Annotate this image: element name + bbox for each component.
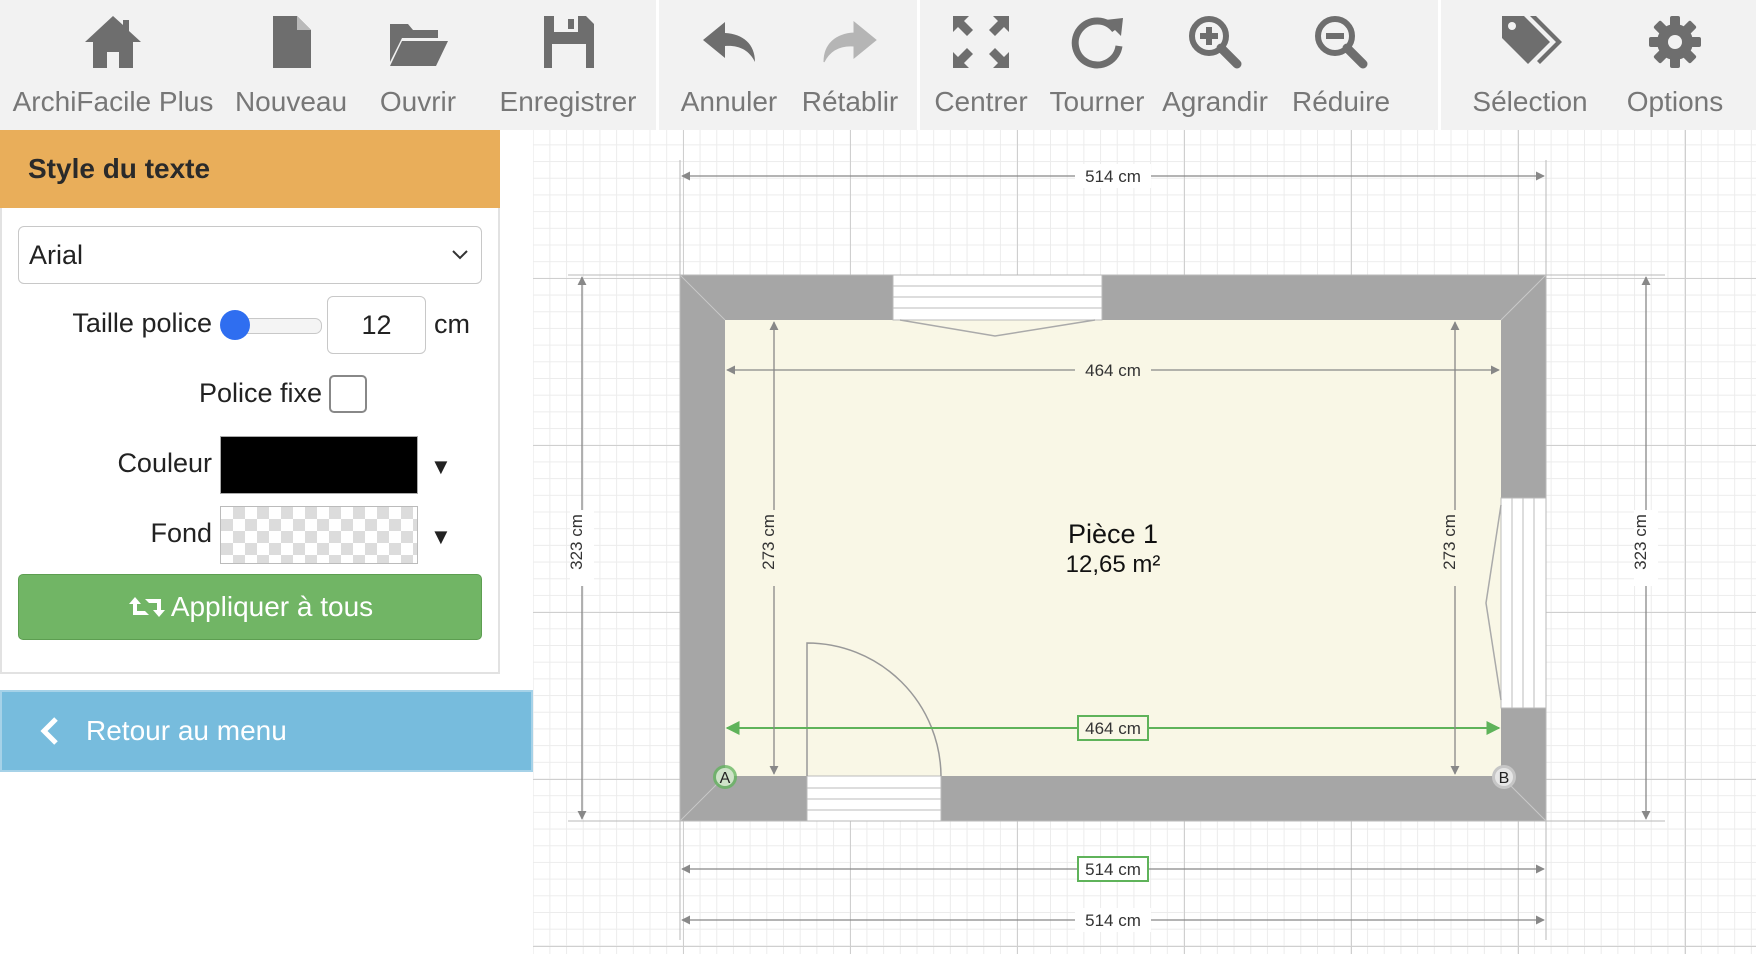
text-color-dropdown-arrow[interactable]: ▼ [430,454,452,480]
corner-point-a-label: A [720,770,731,787]
rotate-button[interactable]: Tourner [1042,0,1152,130]
open-folder-icon [390,24,448,66]
toolbar-group-file: ArchiFacile Plus Nouveau Ouvrir Enregist… [0,0,656,130]
save-button[interactable]: Enregistrer [480,0,656,130]
undo-button[interactable]: Annuler [659,0,799,130]
corner-point-b[interactable]: B [1492,765,1516,789]
chevron-left-icon [40,717,58,745]
room-area: 12,65 m² [1066,551,1161,578]
dimension-bottom-outer-1-label: 514 cm [1085,860,1141,879]
fixed-font-label: Police fixe [198,378,322,408]
color-label: Couleur [117,448,212,478]
font-family-select[interactable]: Arial [18,226,482,284]
zoom-out-icon [1315,16,1368,69]
zoom-out-label: Réduire [1291,86,1391,117]
archifacile-plus-label: ArchiFacile Plus [12,86,214,117]
rotate-icon [1071,17,1123,69]
toolbar-group-view: Centrer Tourner Agrandir Réduire [920,0,1404,130]
home-icon [85,16,141,68]
dimension-top-outer[interactable]: 514 cm [681,164,1545,188]
zoom-in-button[interactable]: Agrandir [1152,0,1278,130]
rotate-label: Tourner [1049,86,1145,117]
back-to-menu-button[interactable]: Retour au menu [0,690,533,772]
room-name[interactable]: Pièce 1 [1068,519,1158,549]
dimension-right-outer[interactable]: 323 cm [1631,276,1658,820]
background-label: Fond [150,518,212,548]
gear-icon [1649,16,1701,68]
new-file-icon [273,16,311,68]
new-label: Nouveau [234,86,348,117]
apply-to-all-label: Appliquer à tous [170,591,374,622]
save-label: Enregistrer [499,86,637,117]
chevron-down-icon [452,250,468,260]
panel-title: Style du texte [0,130,500,208]
dimension-left-inner-label: 273 cm [759,514,778,570]
undo-label: Annuler [680,86,778,117]
font-size-slider-thumb[interactable] [220,310,250,340]
font-size-unit: cm [434,309,470,339]
new-button[interactable]: Nouveau [226,0,356,130]
corner-point-a[interactable]: A [713,765,737,789]
dimension-top-outer-label: 514 cm [1085,167,1141,186]
fixed-font-checkbox[interactable] [329,375,367,413]
tags-icon [1502,16,1562,64]
text-color-swatch[interactable] [220,436,418,494]
dimension-left-outer-label: 323 cm [567,514,586,570]
toolbar: ArchiFacile Plus Nouveau Ouvrir Enregist… [0,0,1756,130]
save-icon [544,16,594,68]
options-label: Options [1626,86,1724,117]
background-color-swatch[interactable] [220,506,418,564]
center-button[interactable]: Centrer [920,0,1042,130]
dimension-right-outer-label: 323 cm [1631,514,1650,570]
retweet-icon [128,597,165,617]
archifacile-plus-button[interactable]: ArchiFacile Plus [0,0,226,130]
center-icon [953,16,1009,68]
floor-plan[interactable]: 514 cm 464 cm 464 cm 514 cm 514 cm 323 c… [533,130,1756,954]
zoom-in-icon [1189,16,1242,69]
back-to-menu-label: Retour au menu [86,715,287,746]
center-label: Centrer [934,86,1028,117]
dimension-bottom-outer-2-label: 514 cm [1085,911,1141,930]
font-size-label: Taille police [72,308,212,338]
open-label: Ouvrir [379,86,457,117]
dimension-bottom-outer-1[interactable]: 514 cm [681,856,1545,882]
zoom-out-button[interactable]: Réduire [1278,0,1404,130]
dimension-right-inner-label: 273 cm [1440,514,1459,570]
text-style-panel: Style du texte Arial Taille police 12 cm… [0,130,500,674]
redo-label: Rétablir [801,86,899,117]
font-size-input[interactable]: 12 [327,296,426,354]
zoom-in-label: Agrandir [1162,86,1268,117]
apply-to-all-button[interactable]: Appliquer à tous [18,574,482,640]
corner-point-b-label: B [1499,770,1510,787]
toolbar-group-history: Annuler Rétablir [659,0,901,130]
dimension-bottom-outer-2[interactable]: 514 cm [681,908,1545,932]
dimension-bottom-inner-label: 464 cm [1085,719,1141,738]
selection-label: Sélection [1472,86,1588,117]
redo-icon [823,20,877,63]
open-button[interactable]: Ouvrir [356,0,480,130]
dimension-top-inner-label: 464 cm [1085,361,1141,380]
options-button[interactable]: Options [1619,0,1731,130]
dimension-left-outer[interactable]: 323 cm [567,276,594,820]
undo-icon [703,22,755,62]
selection-button[interactable]: Sélection [1441,0,1619,130]
toolbar-group-tools: Sélection Options [1441,0,1731,130]
background-color-dropdown-arrow[interactable]: ▼ [430,524,452,550]
redo-button[interactable]: Rétablir [799,0,901,130]
font-family-value: Arial [29,239,84,270]
